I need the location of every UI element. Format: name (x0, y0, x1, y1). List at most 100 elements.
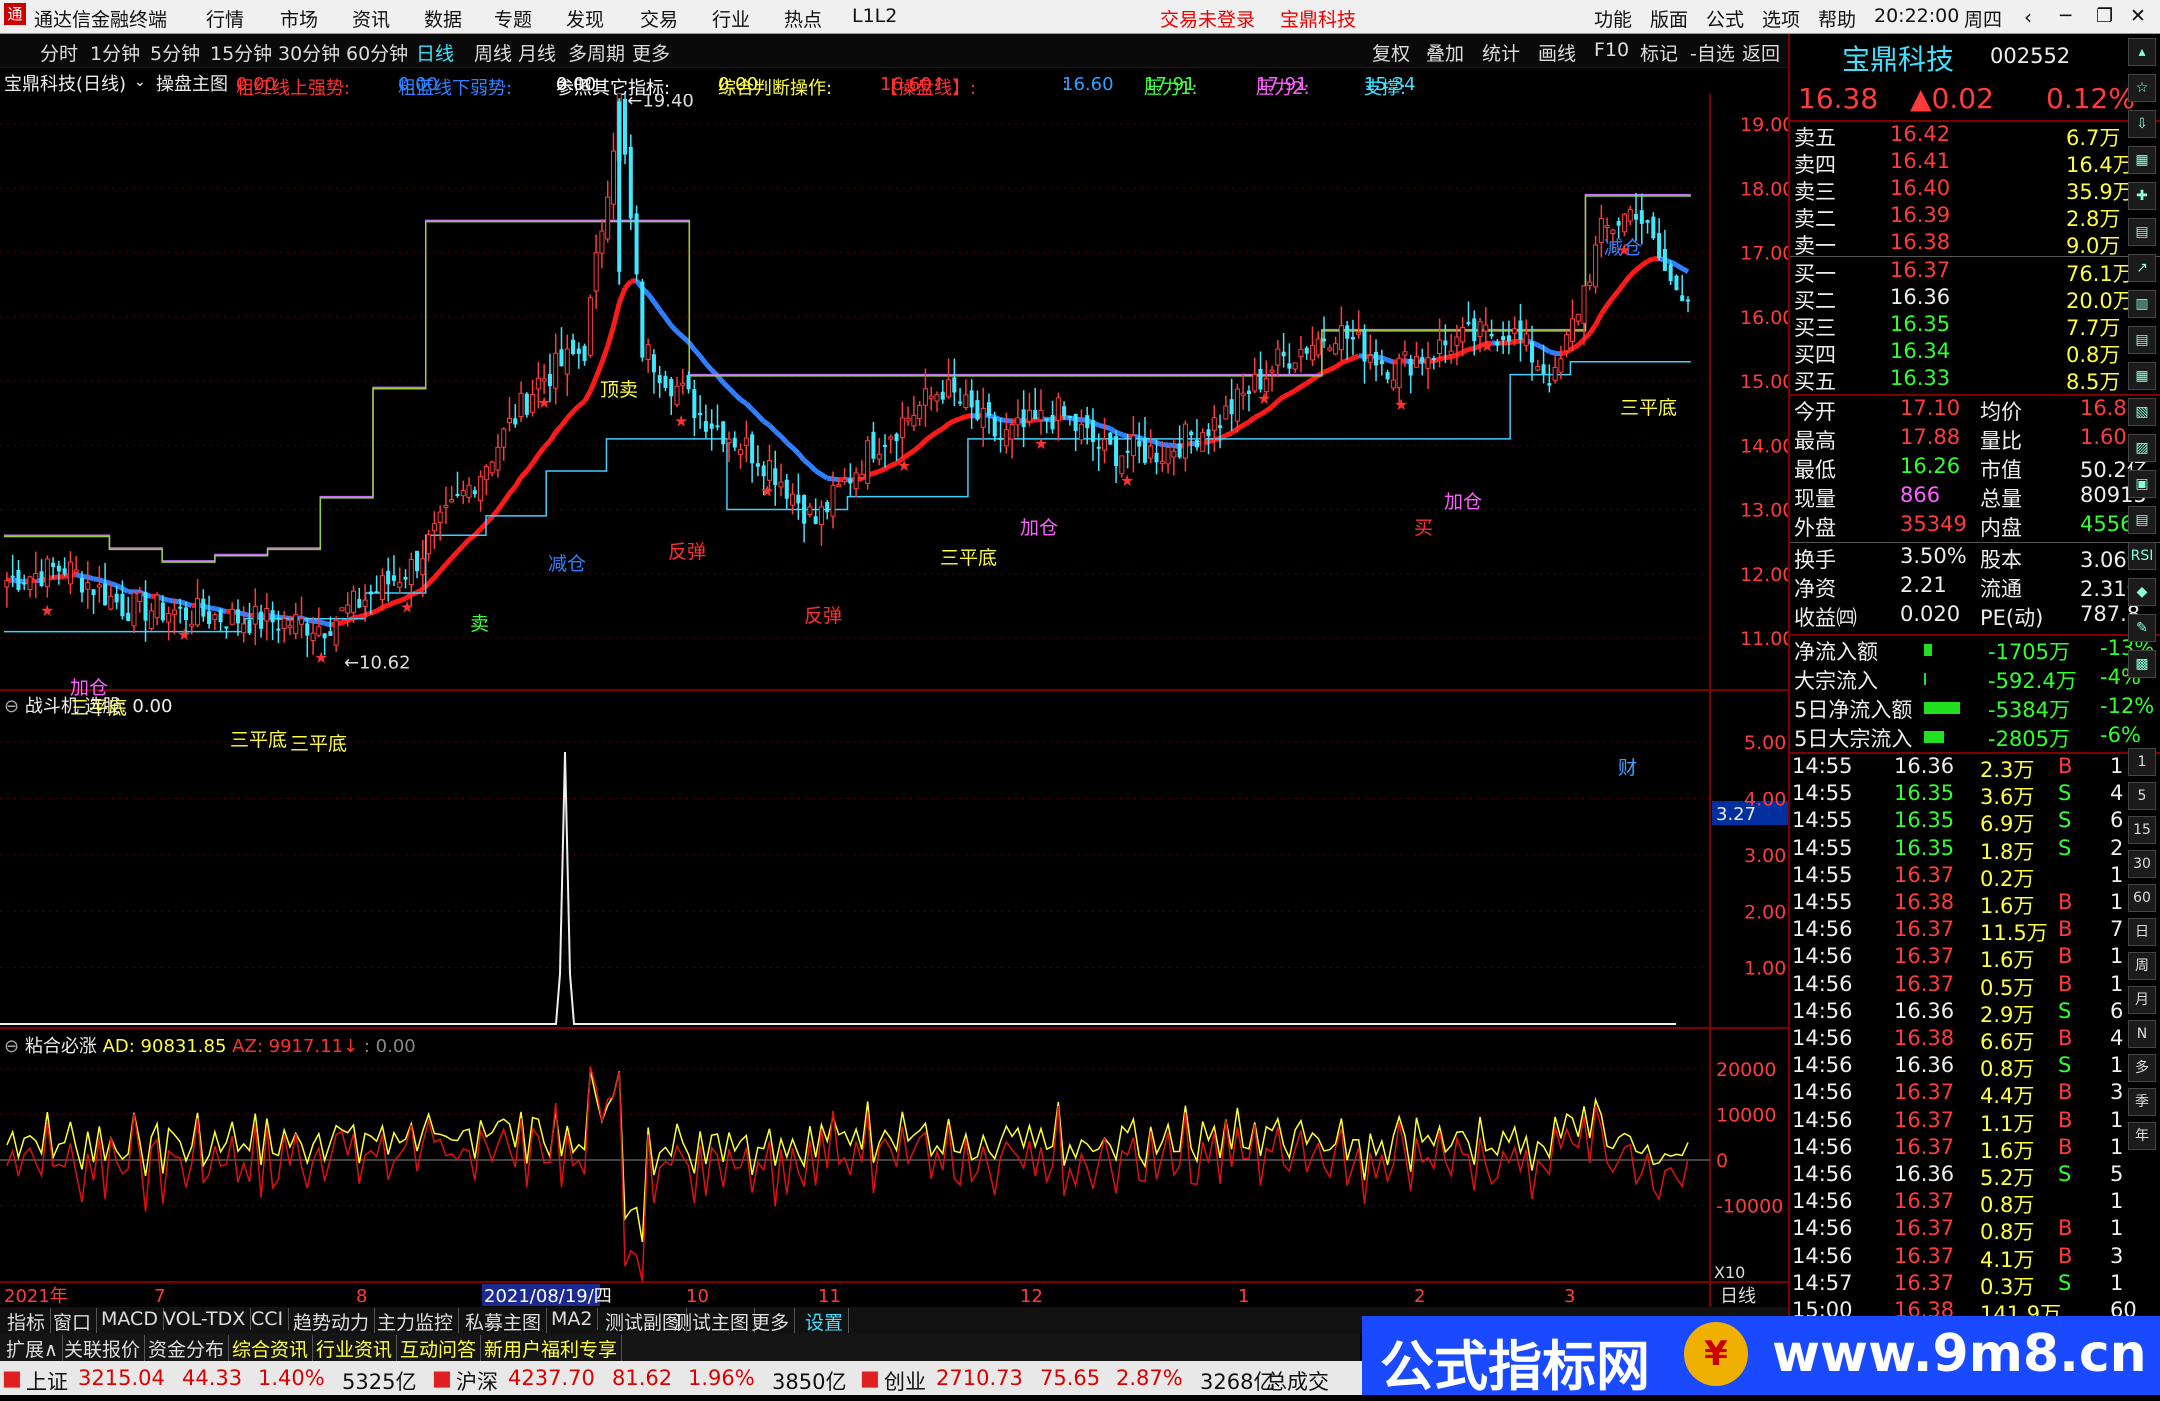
side-period-button[interactable]: 季 (2128, 1088, 2156, 1116)
side-period-button[interactable]: 60 (2128, 884, 2156, 912)
period-6[interactable]: 日线 (416, 39, 454, 66)
index-name[interactable]: 上证 (26, 1366, 68, 1396)
indicator-tab-2[interactable]: MACD (96, 1308, 164, 1330)
right-menu-4[interactable]: 帮助 (1818, 5, 1856, 32)
back-icon[interactable]: ‹ (2024, 5, 2032, 29)
menu-6[interactable]: 交易 (640, 5, 678, 32)
side-tool-icon[interactable]: ▣ (2128, 470, 2156, 498)
indicator-tab-6[interactable]: 主力监控 (372, 1308, 459, 1335)
indicator-tab-4[interactable]: CCI (246, 1308, 289, 1330)
side-tool-icon[interactable]: ✎ (2128, 614, 2156, 642)
right-menu-3[interactable]: 选项 (1762, 5, 1800, 32)
menu-3[interactable]: 数据 (424, 5, 462, 32)
settings-icon[interactable]: ⊖ (4, 696, 19, 717)
side-tool-icon[interactable]: ✚ (2128, 182, 2156, 210)
right-menu-1[interactable]: 版面 (1650, 5, 1688, 32)
side-tool-icon[interactable]: ▧ (2128, 398, 2156, 426)
side-period-button[interactable]: 30 (2128, 850, 2156, 878)
indicator-tab-1[interactable]: 窗口 (48, 1308, 97, 1335)
side-tool-icon[interactable]: ▤ (2128, 218, 2156, 246)
formula-name[interactable]: 操盘主图 (156, 70, 228, 96)
menu-5[interactable]: 发现 (566, 5, 604, 32)
side-tool-icon[interactable]: ◆ (2128, 578, 2156, 606)
side-period-button[interactable]: 月 (2128, 986, 2156, 1014)
side-period-button[interactable]: 5 (2128, 782, 2156, 810)
dropdown-icon[interactable]: ⌄ (134, 74, 146, 90)
side-tool-icon[interactable]: ⇩ (2128, 110, 2156, 138)
indicator-tab-3[interactable]: VOL-TDX (158, 1308, 251, 1330)
period-10[interactable]: 更多 (632, 39, 670, 66)
menu-0[interactable]: 行情 (206, 5, 244, 32)
side-tool-icon[interactable]: ▤ (2128, 506, 2156, 534)
side-tool-icon[interactable]: ☆ (2128, 74, 2156, 102)
side-tool-icon[interactable]: RSI (2128, 542, 2156, 570)
toolbar-right-4[interactable]: F10 (1594, 39, 1629, 61)
index-name[interactable]: 沪深 (456, 1366, 498, 1396)
info-tab-0[interactable]: 扩展∧ (2, 1335, 63, 1362)
menu-4[interactable]: 专题 (494, 5, 532, 32)
period-3[interactable]: 15分钟 (210, 39, 272, 66)
period-1[interactable]: 1分钟 (90, 39, 140, 66)
toolbar-right-0[interactable]: 复权 (1372, 39, 1410, 66)
info-tab-6[interactable]: 新用户福利专享 (480, 1335, 622, 1362)
toolbar-right-3[interactable]: 画线 (1538, 39, 1576, 66)
menu-8[interactable]: 热点 (784, 5, 822, 32)
side-tool-icon[interactable]: ▦ (2128, 146, 2156, 174)
period-9[interactable]: 多周期 (568, 39, 625, 66)
toolbar-right-1[interactable]: 叠加 (1426, 39, 1464, 66)
period-2[interactable]: 5分钟 (150, 39, 200, 66)
side-period-button[interactable]: 1 (2128, 748, 2156, 776)
side-tool-icon[interactable]: ↗ (2128, 254, 2156, 282)
login-status[interactable]: 交易未登录 (1160, 5, 1255, 32)
info-tab-5[interactable]: 互动问答 (396, 1335, 481, 1362)
side-period-button[interactable]: 多 (2128, 1054, 2156, 1082)
side-period-button[interactable]: N (2128, 1020, 2156, 1048)
right-menu-2[interactable]: 公式 (1706, 5, 1744, 32)
info-tab-1[interactable]: 关联报价 (60, 1335, 145, 1362)
indicator-tab-8[interactable]: MA2 (546, 1308, 598, 1330)
menu-9[interactable]: L1L2 (852, 5, 897, 27)
menu-1[interactable]: 市场 (280, 5, 318, 32)
sub1-name[interactable]: 战斗机 (25, 696, 79, 717)
side-period-button[interactable]: 15 (2128, 816, 2156, 844)
side-tool-icon[interactable]: ▥ (2128, 290, 2156, 318)
maximize-icon[interactable]: ❐ (2096, 5, 2113, 27)
indicator-tab-11[interactable]: 更多 (746, 1308, 795, 1335)
menu-2[interactable]: 资讯 (352, 5, 390, 32)
indicator-tab-5[interactable]: 趋势动力 (288, 1308, 375, 1335)
period-7[interactable]: 周线 (474, 39, 512, 66)
toolbar-right-7[interactable]: 返回 (1742, 39, 1780, 66)
minimize-icon[interactable]: ─ (2060, 5, 2071, 27)
indicator-tab-7[interactable]: 私募主图 (460, 1308, 547, 1335)
period-8[interactable]: 月线 (518, 39, 556, 66)
side-period-button[interactable]: 日 (2128, 918, 2156, 946)
indicator-tab-10[interactable]: 测试主图 (668, 1308, 755, 1335)
indicator-tab-12[interactable]: 设置 (800, 1308, 849, 1335)
chart-area[interactable]: ←19.40←10.62三平底三平底三平底三平底三平底顶卖反弹反弹加仓加仓加仓减… (0, 94, 1788, 1307)
close-icon[interactable]: ✕ (2130, 5, 2146, 27)
side-tool-icon[interactable]: ▨ (2128, 434, 2156, 462)
buy-star-icon: ★ (674, 411, 688, 430)
period-0[interactable]: 分时 (40, 39, 78, 66)
info-tab-3[interactable]: 综合资讯 (228, 1335, 313, 1362)
toolbar-right-5[interactable]: 标记 (1640, 39, 1678, 66)
indicator-tab-0[interactable]: 指标 (2, 1308, 51, 1335)
side-period-button[interactable]: 年 (2128, 1122, 2156, 1150)
info-tab-4[interactable]: 行业资讯 (312, 1335, 397, 1362)
side-period-button[interactable]: 周 (2128, 952, 2156, 980)
right-menu-0[interactable]: 功能 (1594, 5, 1632, 32)
sub2-name[interactable]: 粘合必涨 (25, 1036, 97, 1057)
menu-7[interactable]: 行业 (712, 5, 750, 32)
period-4[interactable]: 30分钟 (278, 39, 340, 66)
index-name[interactable]: 创业 (884, 1366, 926, 1396)
settings-icon[interactable]: ⊖ (4, 1036, 19, 1057)
side-tool-icon[interactable]: ▤ (2128, 326, 2156, 354)
side-tool-icon[interactable]: ▦ (2128, 362, 2156, 390)
side-tool-icon[interactable]: ▩ (2128, 650, 2156, 678)
side-tool-icon[interactable]: ▴ (2128, 38, 2156, 66)
period-5[interactable]: 60分钟 (346, 39, 408, 66)
info-tab-2[interactable]: 资金分布 (144, 1335, 229, 1362)
toolbar-right-6[interactable]: -自选 (1690, 39, 1735, 66)
toolbar-right-2[interactable]: 统计 (1482, 39, 1520, 66)
indicator-info-line: 宝鼎科技(日线) ⌄ 操盘主图 粗红线上强势:0.00粗蓝线下弱势:0.00参照… (0, 68, 1710, 94)
